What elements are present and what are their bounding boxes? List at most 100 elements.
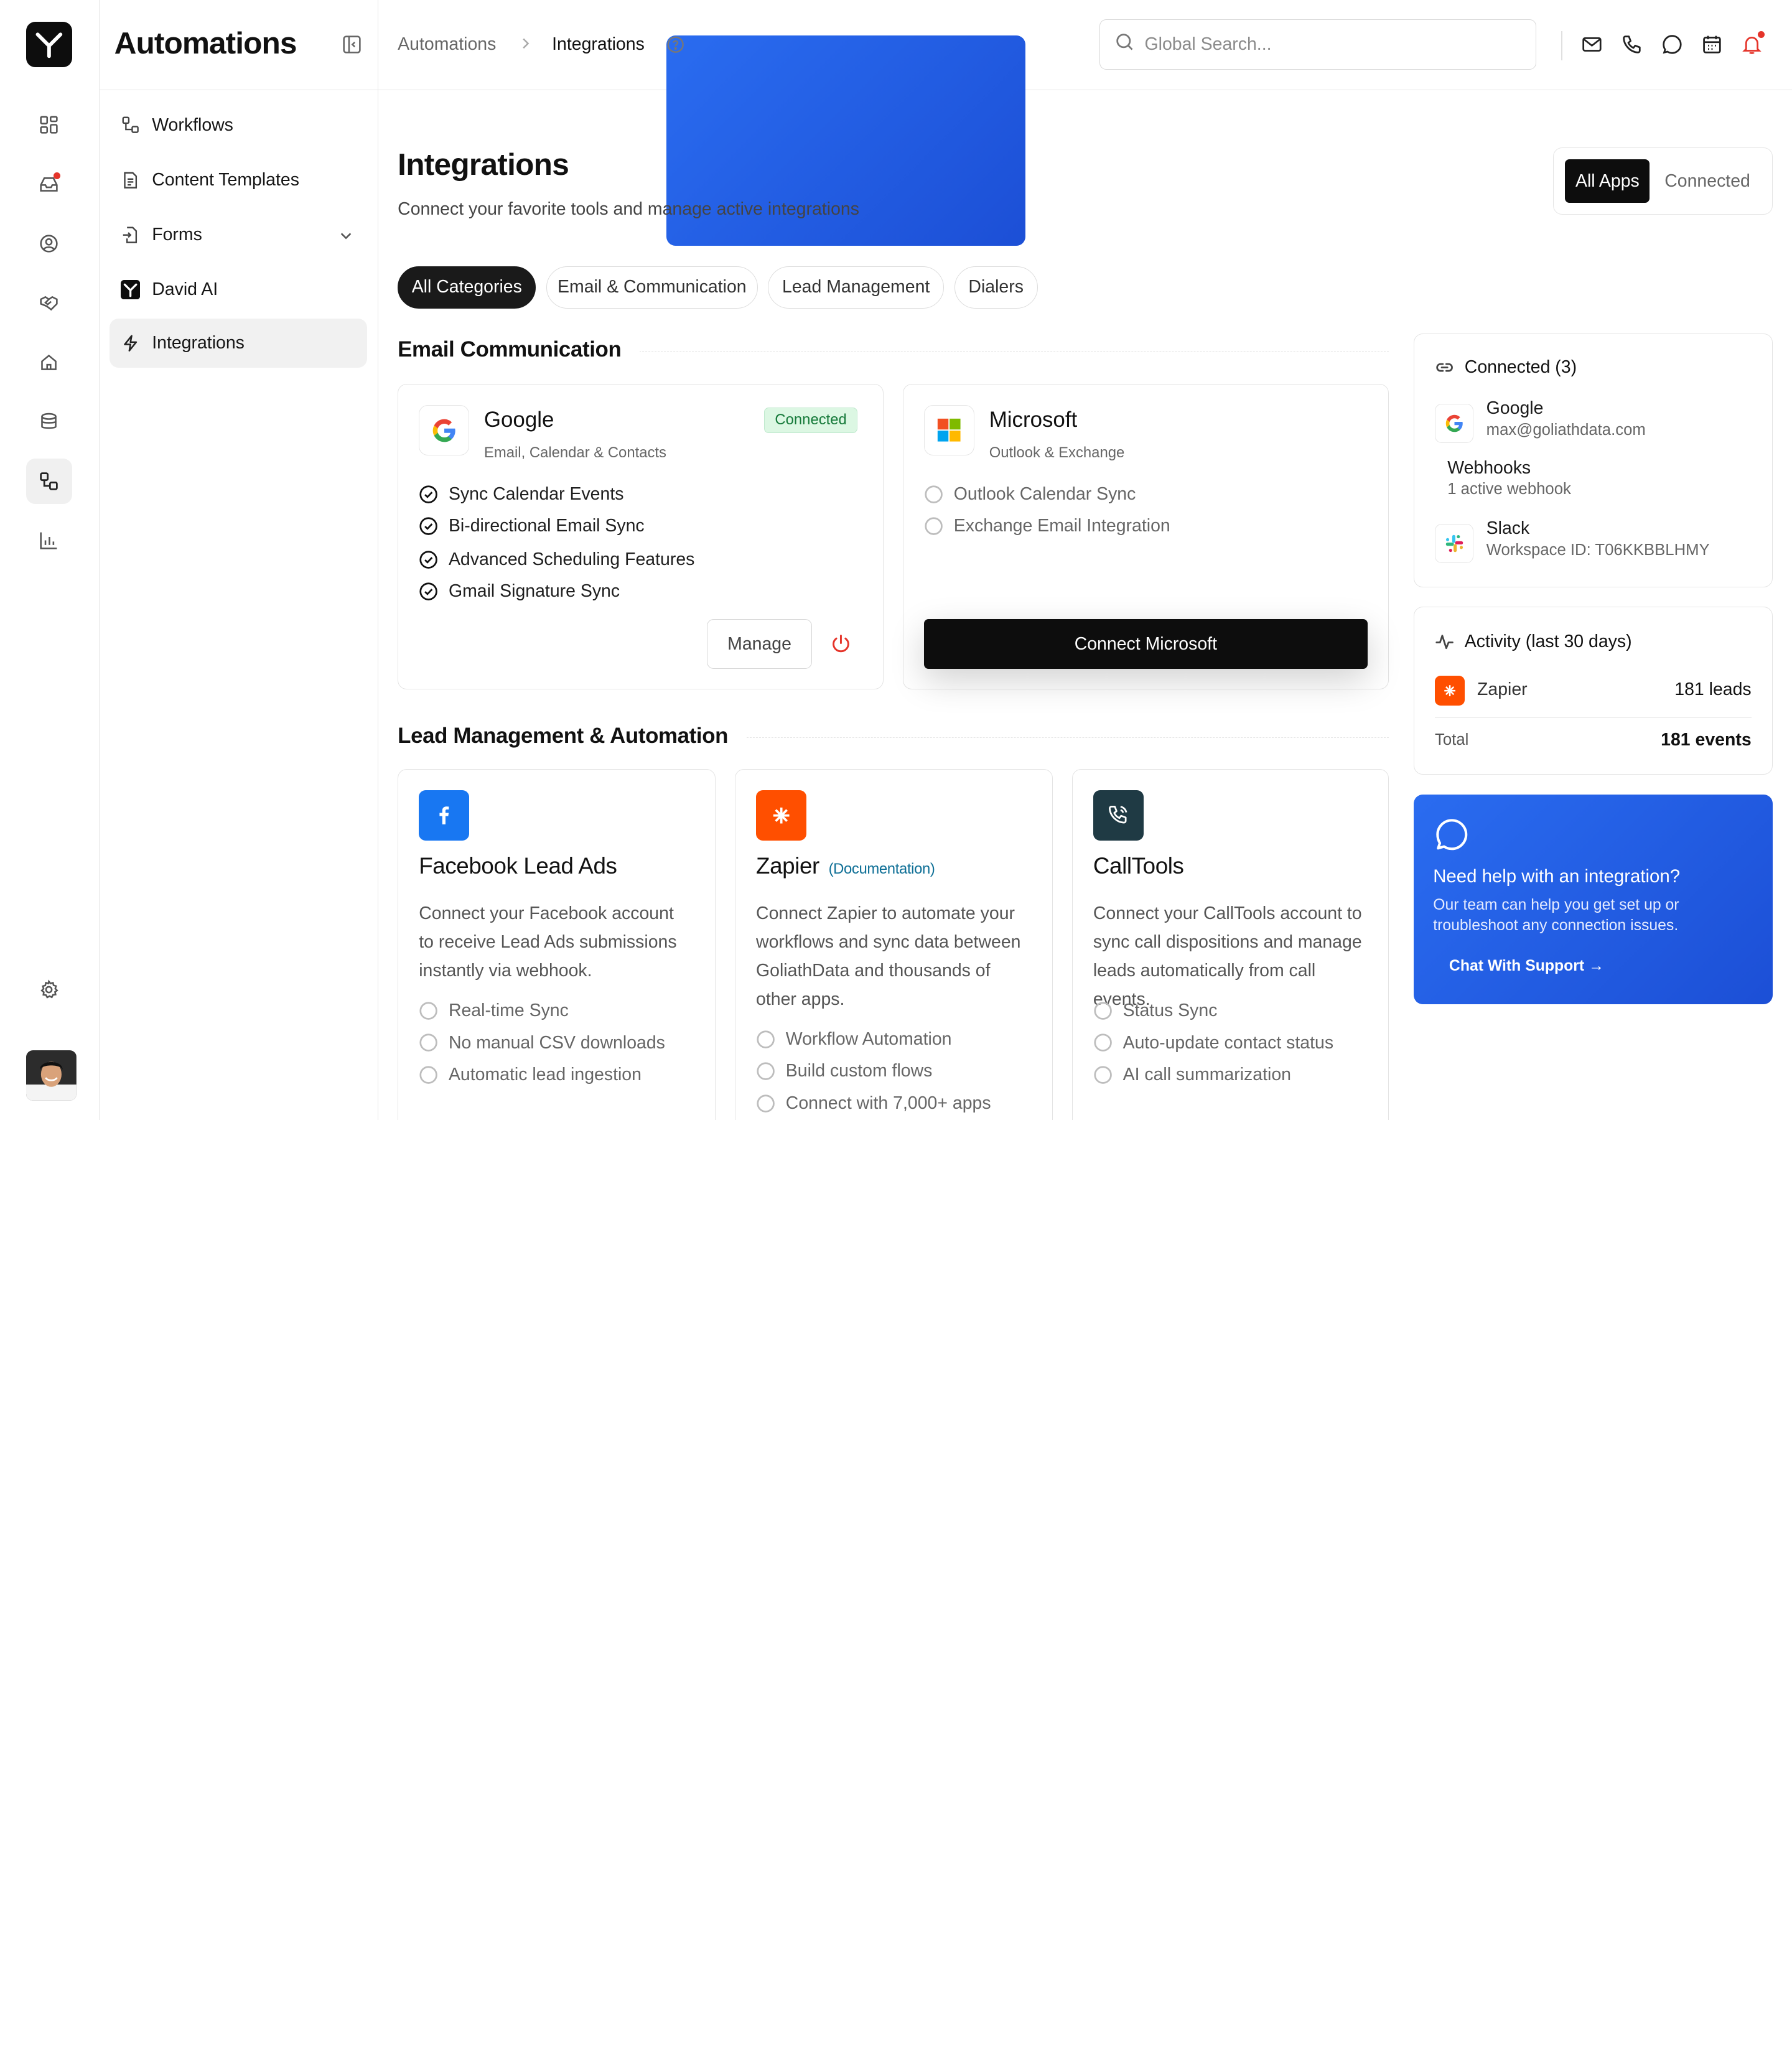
automations-icon[interactable] [26, 458, 72, 504]
chat-with-support-link[interactable]: Chat With Support → [1449, 958, 1604, 975]
database-icon[interactable] [26, 399, 72, 444]
feature-item: Exchange Email Integration [924, 516, 1170, 536]
power-disconnect-icon[interactable] [830, 633, 852, 660]
phone-icon[interactable] [1620, 33, 1643, 56]
feature-item: Status Sync [1093, 1001, 1217, 1021]
card-title: Google [483, 407, 554, 432]
toolbar-divider [1561, 30, 1562, 61]
card-description: Connect your Facebook account to receive… [419, 903, 677, 981]
empty-circle-icon [1094, 1002, 1112, 1020]
mail-icon[interactable] [1580, 33, 1603, 56]
sidebar-item-integrations[interactable]: Integrations [110, 319, 367, 368]
link-icon [1435, 358, 1454, 377]
filter-lead-management[interactable]: Lead Management [768, 266, 945, 309]
zap-icon [120, 333, 141, 353]
manage-button[interactable]: Manage [707, 618, 813, 669]
filter-dialers[interactable]: Dialers [954, 266, 1038, 309]
empty-circle-icon [1094, 1033, 1112, 1052]
toggle-connected[interactable]: Connected [1664, 171, 1750, 192]
feature-item: AI call summarization [1093, 1065, 1291, 1085]
chevron-down-icon[interactable] [339, 227, 353, 248]
connected-panel-header: Connected (3) [1435, 357, 1577, 378]
google-logo-icon [419, 405, 470, 455]
toggle-all-apps[interactable]: All Apps [1565, 159, 1650, 203]
sidebar-item-david-ai[interactable]: David AI [110, 265, 366, 314]
activity-panel: Activity (last 30 days) Zapier 181 leads… [1413, 607, 1773, 775]
filter-email-communication[interactable]: Email & Communication [546, 266, 758, 309]
app-logo-icon[interactable] [26, 21, 72, 68]
inbox-icon[interactable] [26, 161, 72, 207]
card-title: Facebook Lead Ads [419, 853, 617, 879]
google-logo-icon [1435, 404, 1474, 443]
card-description: Email, Calendar & Contacts [483, 444, 666, 461]
connected-panel: Connected (3) Google max@goliathdata.com… [1413, 334, 1773, 588]
card-title: Zapier (Documentation) [756, 853, 935, 879]
feature-item: Outlook Calendar Sync [924, 484, 1136, 505]
zapier-logo-icon [1435, 676, 1465, 706]
activity-divider [1435, 717, 1752, 719]
documentation-link[interactable]: (Documentation) [829, 861, 935, 877]
calltools-logo-icon [1093, 790, 1144, 841]
form-icon [120, 225, 141, 245]
section-title-email: Email Communication [398, 337, 640, 362]
global-search[interactable] [1099, 19, 1536, 70]
settings-icon[interactable] [26, 967, 72, 1012]
check-circle-icon [419, 550, 438, 569]
bell-icon[interactable] [1740, 30, 1765, 56]
feature-item: Gmail Signature Sync [419, 581, 620, 602]
facebook-lead-ads-card: Facebook Lead Ads Connect your Facebook … [398, 769, 716, 1120]
search-icon [1115, 32, 1134, 57]
sidebar-item-workflows[interactable]: Workflows [110, 101, 366, 150]
dashboard-icon[interactable] [26, 101, 72, 147]
sidebar-item-label: David AI [152, 279, 218, 300]
handshake-icon[interactable] [26, 280, 72, 325]
check-circle-icon [419, 582, 438, 600]
zapier-logo-icon [756, 790, 806, 841]
section-divider [727, 737, 1389, 738]
calendar-icon[interactable] [1701, 33, 1724, 56]
help-title: Need help with an integration? [1433, 866, 1681, 887]
document-icon [120, 170, 141, 190]
check-circle-icon [419, 517, 438, 536]
contacts-icon[interactable] [26, 220, 72, 266]
activity-panel-header: Activity (last 30 days) [1435, 632, 1632, 652]
activity-source-value: 181 leads [1674, 679, 1752, 699]
feature-item: Build custom flows [756, 1061, 932, 1081]
sidebar-item-label: Forms [152, 224, 202, 245]
zapier-card: Zapier (Documentation) Connect Zapier to … [734, 769, 1053, 1120]
home-icon[interactable] [26, 339, 72, 385]
avatar[interactable] [26, 1050, 77, 1101]
microsoft-logo-icon [924, 405, 974, 455]
chevron-right-icon [518, 35, 534, 57]
feature-item: Sync Calendar Events [419, 484, 623, 505]
card-description: Outlook & Exchange [989, 444, 1125, 461]
support-help-card: Need help with an integration? Our team … [1413, 794, 1773, 1005]
filter-all-categories[interactable]: All Categories [398, 266, 536, 309]
feature-item: No manual CSV downloads [419, 1033, 665, 1053]
sidebar-item-label: Workflows [152, 114, 233, 135]
secondary-sidebar: Automations Workflows Content Templates … [99, 0, 378, 1120]
sidebar-item-content-templates[interactable]: Content Templates [110, 156, 366, 205]
connect-microsoft-button[interactable]: Connect Microsoft [924, 618, 1368, 669]
analytics-icon[interactable] [26, 518, 72, 563]
chat-icon[interactable] [1661, 33, 1684, 56]
feature-item: Workflow Automation [756, 1029, 952, 1050]
search-input[interactable] [1144, 34, 1511, 55]
feature-item: Automatic lead ingestion [419, 1065, 642, 1085]
empty-circle-icon [925, 517, 943, 536]
activity-pulse-icon [1435, 632, 1454, 651]
card-title: CallTools [1093, 853, 1184, 879]
feature-item: Real-time Sync [419, 1001, 569, 1021]
collapse-sidebar-icon[interactable] [342, 34, 362, 60]
activity-source-name: Zapier [1477, 679, 1528, 699]
sidebar-item-label: Content Templates [152, 169, 299, 190]
status-badge: Connected [763, 407, 858, 433]
empty-circle-icon [419, 1002, 438, 1020]
microsoft-integration-card: Microsoft Outlook & Exchange Outlook Cal… [902, 384, 1389, 689]
empty-circle-icon [757, 1094, 775, 1112]
sidebar-item-forms[interactable]: Forms [110, 210, 366, 259]
breadcrumb-automations[interactable]: Automations [398, 34, 496, 55]
chat-bubble-icon [1433, 816, 1470, 857]
google-integration-card: Google Email, Calendar & Contacts Connec… [398, 384, 884, 689]
feature-item: Advanced Scheduling Features [419, 549, 694, 570]
